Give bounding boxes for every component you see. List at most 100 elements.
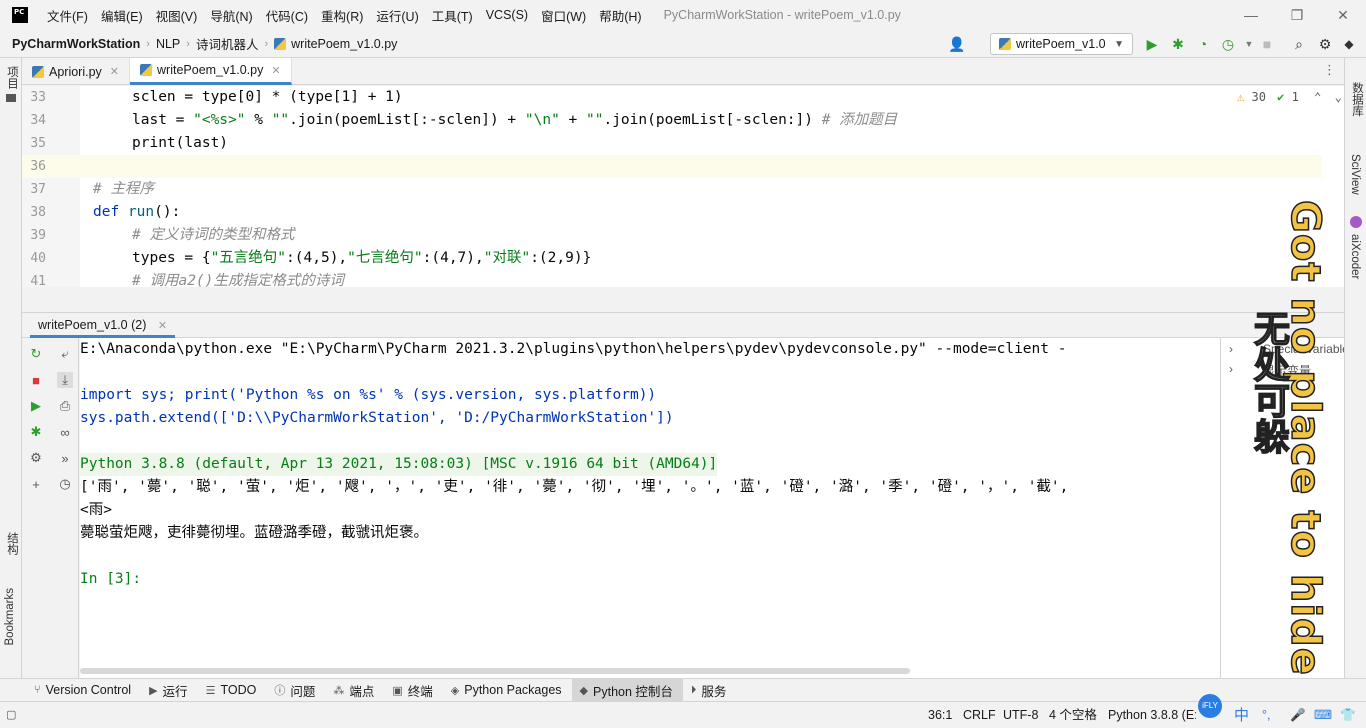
run-tool-button[interactable]: ▶ 运行 [141, 679, 197, 702]
version-control-button[interactable]: ⑂ Version Control [26, 679, 141, 702]
python-packages-button[interactable]: ◈ Python Packages [443, 679, 572, 702]
indent-setting[interactable]: 4 个空格 [1049, 702, 1097, 728]
menu-tools[interactable]: 工具(T) [427, 6, 481, 25]
caret-position[interactable]: 36:1 [928, 702, 952, 728]
rerun-icon[interactable]: ↻ [28, 346, 44, 362]
wrap-icon[interactable]: ⤶ [57, 346, 73, 362]
structure-tool-button[interactable]: 结构 [4, 532, 20, 555]
console-output[interactable]: E:\Anaconda\python.exe "E:\PyCharm\PyCha… [80, 338, 1220, 678]
endpoints-button[interactable]: ⁂ 端点 [325, 679, 384, 702]
expand-icon[interactable]: › [1229, 362, 1233, 376]
settings-icon[interactable]: ⚙ [28, 450, 44, 466]
more-run-icon[interactable]: ▼ [1240, 35, 1258, 53]
history-icon[interactable]: ◷ [57, 476, 73, 492]
microphone-icon[interactable]: 🎤 [1290, 702, 1306, 728]
close-icon[interactable]: ✕ [158, 320, 167, 332]
user-icon[interactable]: 👤 [948, 35, 966, 53]
run-tab[interactable]: writePoem_v1.0 (2) ✕ [30, 313, 176, 338]
python-console-button[interactable]: ◆ Python 控制台 [571, 678, 683, 702]
terminal-button[interactable]: ▣ 终端 [384, 679, 442, 702]
package-icon: ⁂ [333, 684, 345, 697]
code-comment: # 定义诗词的类型和格式 [132, 227, 295, 243]
expand-icon[interactable]: › [1229, 342, 1233, 356]
breadcrumb-folder[interactable]: NLP [156, 37, 180, 51]
breadcrumb-subfolder[interactable]: 诗词机器人 [196, 34, 259, 53]
services-button[interactable]: ⏵ 服务 [683, 679, 737, 702]
debug-icon[interactable]: ✱ [1169, 35, 1187, 53]
ifly-ime-icon[interactable]: iFLY [1198, 694, 1222, 718]
info-icon: ⓘ [274, 685, 286, 697]
check-icon: ✔ [1277, 90, 1285, 104]
line-separator[interactable]: CRLF [963, 702, 996, 728]
add-icon[interactable]: + [28, 476, 44, 492]
print-icon[interactable]: ⎙ [57, 398, 73, 414]
stop-icon[interactable]: ■ [1258, 35, 1276, 53]
title-bar: PC 文件(F) 编辑(E) 视图(V) 导航(N) 代码(C) 重构(R) 运… [0, 0, 1366, 30]
updates-icon[interactable]: ◆ [1340, 35, 1358, 53]
inspection-widget[interactable]: ⚠ 30 ✔ 1 ⌃ ⌄ [1237, 90, 1342, 104]
code-text: last = "<%s>" % "".join(poemList[:-sclen… [132, 112, 898, 128]
console-prompt[interactable]: In [3]: [80, 568, 141, 591]
scroll-to-end-icon[interactable]: ⤓ [57, 372, 73, 388]
problems-button[interactable]: ⓘ 问题 [266, 679, 325, 702]
tab-apriori[interactable]: Apriori.py ✕ [22, 58, 131, 85]
menu-code[interactable]: 代码(C) [261, 6, 316, 25]
code-line: 35 print(last) [22, 132, 1322, 155]
project-tool-button[interactable]: 项目 [4, 66, 20, 89]
menu-run[interactable]: 运行(U) [371, 6, 426, 25]
aixcoder-tool-button[interactable]: aiXcoder [1349, 234, 1361, 279]
menu-window[interactable]: 窗口(W) [536, 6, 594, 25]
close-icon[interactable]: ✕ [110, 65, 119, 78]
python-file-icon [274, 37, 287, 50]
file-encoding[interactable]: UTF-8 [1003, 702, 1038, 728]
more-tabs-icon[interactable]: ⋮ [1323, 62, 1336, 78]
breadcrumb-file[interactable]: writePoem_v1.0.py [291, 37, 397, 51]
menu-edit[interactable]: 编辑(E) [96, 6, 151, 25]
close-window-icon[interactable]: ✕ [1320, 0, 1366, 30]
line-number: 33 [30, 90, 46, 105]
breadcrumb-project[interactable]: PyCharmWorkStation [12, 37, 140, 51]
code-line: 34 last = "<%s>" % "".join(poemList[:-sc… [22, 109, 1322, 132]
keyboard-icon[interactable]: ⌨ [1314, 702, 1332, 728]
run-config-select[interactable]: writePoem_v1.0 ▼ [990, 33, 1133, 55]
code-editor[interactable]: 33 sclen = type[0] * (type[1] + 1) 34 la… [22, 86, 1344, 287]
folder-icon [6, 94, 16, 102]
menu-vcs[interactable]: VCS(S) [481, 8, 536, 22]
horizontal-scrollbar[interactable] [80, 668, 910, 674]
history-forward-icon[interactable]: » [57, 450, 73, 466]
settings-icon[interactable]: ⚙ [1316, 35, 1334, 53]
editor-splitter[interactable] [22, 287, 1344, 312]
status-bar: ▢ 36:1 CRLF UTF-8 4 个空格 Python 3.8.8 (E:… [0, 694, 1366, 728]
todo-button[interactable]: ☰ TODO [198, 679, 267, 702]
chevron-up-icon[interactable]: ⌃ [1314, 90, 1321, 104]
run-icon[interactable]: ▶ [1143, 35, 1161, 53]
interpreter-selector[interactable]: Python 3.8.8 (E: [1108, 702, 1196, 728]
stop-icon[interactable]: ■ [28, 372, 44, 388]
chevron-down-icon[interactable]: ⌄ [1335, 90, 1342, 104]
bookmarks-tool-button[interactable]: Bookmarks [4, 588, 16, 646]
execute-icon[interactable]: ▶ [28, 398, 44, 414]
menu-view[interactable]: 视图(V) [151, 6, 206, 25]
line-number: 38 [30, 205, 46, 220]
skin-icon[interactable]: 👕 [1340, 702, 1356, 728]
debug-icon[interactable]: ✱ [28, 424, 44, 440]
chevron-right-icon: › [146, 37, 150, 50]
profile-icon[interactable]: ◷ [1219, 35, 1237, 53]
coverage-icon[interactable]: ◔ [1194, 35, 1212, 53]
glasses-icon[interactable]: ∞ [57, 424, 73, 440]
menu-help[interactable]: 帮助(H) [594, 6, 649, 25]
minimize-icon[interactable]: — [1228, 0, 1274, 30]
search-icon[interactable]: ⌕ [1290, 35, 1308, 53]
menu-refactor[interactable]: 重构(R) [316, 6, 371, 25]
restore-icon[interactable]: ❐ [1274, 0, 1320, 30]
ime-mode[interactable]: 中 [1234, 702, 1249, 728]
tab-writepoem[interactable]: writePoem_v1.0.py ✕ [130, 58, 292, 85]
punctuation-icon[interactable]: °, [1262, 702, 1270, 728]
menu-navigate[interactable]: 导航(N) [205, 6, 260, 25]
close-icon[interactable]: ✕ [271, 64, 280, 77]
database-tool-button[interactable]: 数据库 [1349, 82, 1365, 117]
toggle-tool-windows-icon[interactable]: ▢ [6, 702, 16, 728]
sciview-tool-button[interactable]: SciView [1349, 154, 1361, 195]
menu-file[interactable]: 文件(F) [42, 6, 96, 25]
code-comment: # 调用a2()生成指定格式的诗词 [132, 273, 344, 287]
